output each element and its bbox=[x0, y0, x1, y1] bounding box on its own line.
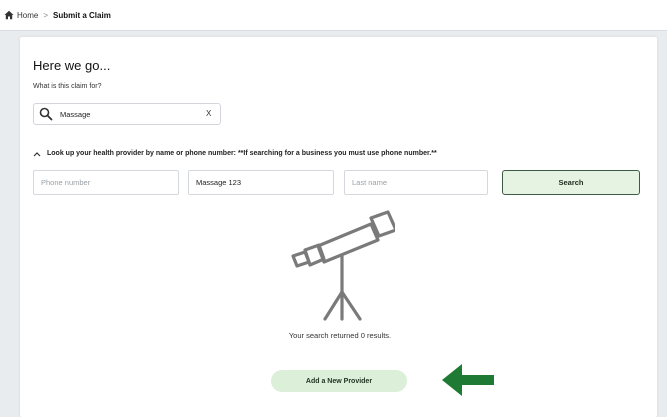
breadcrumb-home-link[interactable]: Home bbox=[17, 11, 38, 20]
search-results-message: Your search returned 0 results. bbox=[288, 331, 392, 340]
claim-type-value[interactable]: Massage bbox=[60, 110, 90, 119]
search-button[interactable]: Search bbox=[502, 170, 640, 195]
provider-lookup-toggle[interactable]: Look up your health provider by name or … bbox=[33, 150, 437, 157]
provider-name-input[interactable] bbox=[196, 171, 333, 194]
provider-lookup-label: Look up your health provider by name or … bbox=[47, 150, 437, 157]
chevron-up-icon bbox=[33, 151, 41, 156]
add-new-provider-button[interactable]: Add a New Provider bbox=[271, 370, 407, 392]
breadcrumb-current: Submit a Claim bbox=[53, 10, 111, 20]
arrow-left-icon bbox=[442, 364, 494, 396]
home-icon[interactable] bbox=[4, 10, 14, 20]
breadcrumb: Home > Submit a Claim bbox=[0, 0, 667, 31]
claim-card: Here we go... What is this claim for? Ma… bbox=[20, 37, 657, 417]
phone-number-field[interactable] bbox=[33, 170, 179, 195]
phone-number-input[interactable] bbox=[41, 171, 178, 194]
last-name-field[interactable] bbox=[344, 170, 488, 195]
breadcrumb-separator: > bbox=[43, 10, 49, 20]
claim-type-input[interactable]: Massage X bbox=[33, 103, 221, 125]
telescope-icon bbox=[291, 210, 395, 321]
provider-name-field[interactable] bbox=[188, 170, 334, 195]
page-title: Here we go... bbox=[33, 58, 111, 73]
search-icon bbox=[39, 107, 53, 121]
last-name-input[interactable] bbox=[352, 171, 487, 194]
claim-question-label: What is this claim for? bbox=[33, 83, 102, 90]
clear-claim-button[interactable]: X bbox=[206, 109, 211, 118]
